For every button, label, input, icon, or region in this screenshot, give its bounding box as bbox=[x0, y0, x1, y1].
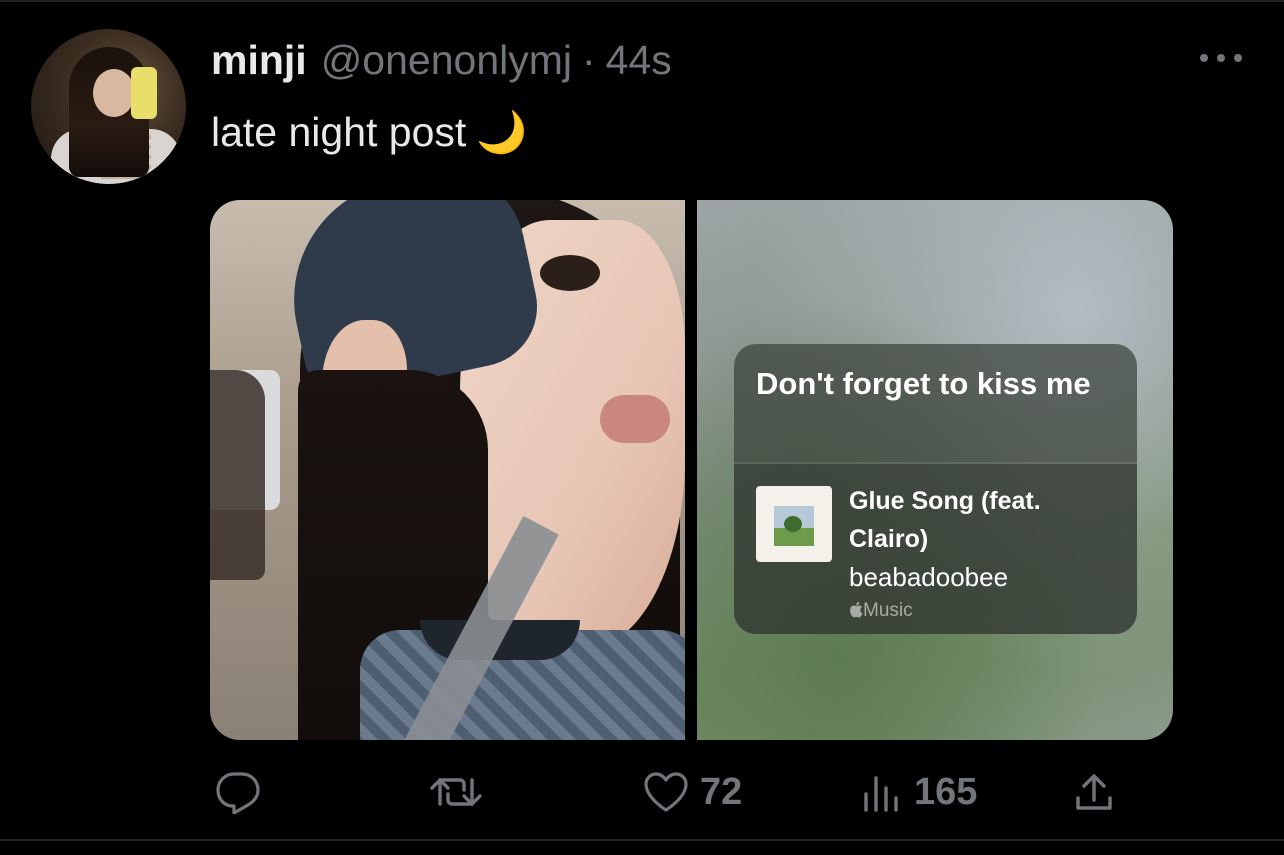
heart-icon bbox=[644, 772, 688, 812]
avatar[interactable] bbox=[31, 29, 186, 184]
photo[interactable] bbox=[210, 200, 685, 740]
tweet-text: late night post 🌙 bbox=[211, 106, 527, 158]
media-gap bbox=[685, 200, 697, 740]
music-source: Music bbox=[849, 598, 1119, 624]
avatar-phone bbox=[131, 67, 157, 119]
more-options-icon[interactable] bbox=[1200, 48, 1242, 68]
like-count: 72 bbox=[700, 771, 743, 813]
display-name[interactable]: minji bbox=[211, 34, 307, 86]
album-cover bbox=[756, 486, 832, 562]
track-row[interactable]: Glue Song (feat. Clairo) beabadoobee Mus… bbox=[734, 464, 1137, 634]
apple-icon bbox=[850, 601, 863, 618]
user-handle[interactable]: @onenonlymj bbox=[321, 34, 572, 86]
media-grid: Don't forget to kiss me Glue Song (feat.… bbox=[210, 200, 1173, 740]
music-card[interactable]: Don't forget to kiss me Glue Song (feat.… bbox=[734, 344, 1137, 634]
tweet-body: late night post bbox=[211, 109, 467, 155]
moon-icon: 🌙 bbox=[476, 109, 528, 155]
action-bar: 72 165 bbox=[210, 764, 1130, 820]
tweet-header: minji @onenonlymj · 44s bbox=[211, 34, 672, 86]
timestamp[interactable]: 44s bbox=[606, 34, 672, 86]
views-button[interactable]: 165 bbox=[860, 764, 977, 820]
track-info: Glue Song (feat. Clairo) beabadoobee Mus… bbox=[849, 482, 1119, 624]
music-image[interactable]: Don't forget to kiss me Glue Song (feat.… bbox=[697, 200, 1173, 740]
background-person bbox=[210, 370, 265, 580]
music-source-label: Music bbox=[863, 600, 913, 621]
tweet[interactable]: minji @onenonlymj · 44s late night post 🌙 bbox=[0, 0, 1284, 855]
share-icon bbox=[1076, 774, 1112, 810]
separator-dot: · bbox=[582, 37, 596, 83]
reply-icon bbox=[216, 772, 260, 814]
views-icon bbox=[864, 776, 898, 812]
share-button[interactable] bbox=[1072, 764, 1116, 820]
avatar-face bbox=[93, 69, 135, 117]
like-button[interactable]: 72 bbox=[642, 764, 742, 820]
lips bbox=[600, 395, 670, 443]
album-tree bbox=[784, 516, 802, 532]
track-artist: beabadoobee bbox=[849, 562, 1009, 592]
views-count: 165 bbox=[914, 771, 978, 813]
reply-button[interactable] bbox=[214, 764, 262, 820]
track-title: Glue Song (feat. Clairo) bbox=[849, 487, 1041, 553]
retweet-button[interactable] bbox=[428, 764, 484, 820]
eye bbox=[540, 255, 600, 291]
music-card-title: Don't forget to kiss me bbox=[756, 366, 1091, 401]
retweet-icon bbox=[430, 778, 482, 806]
